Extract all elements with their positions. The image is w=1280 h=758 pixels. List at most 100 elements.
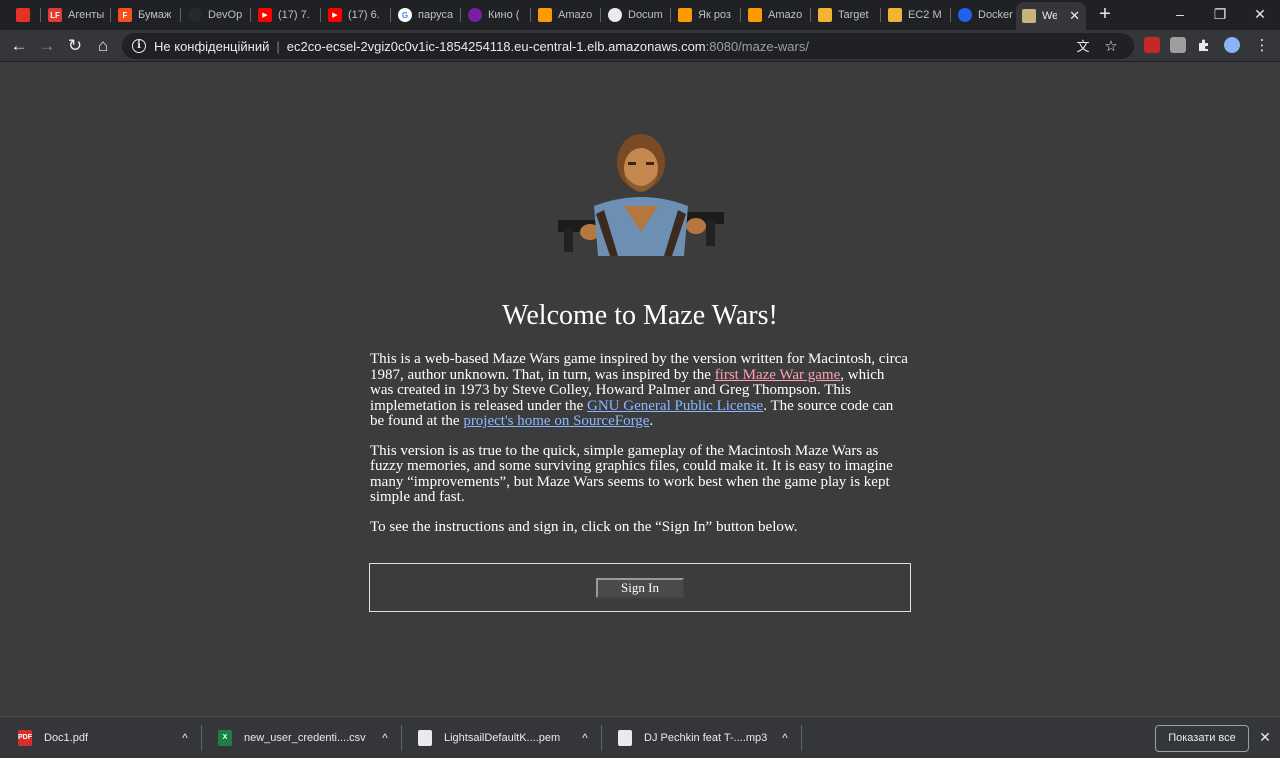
tab-title: Target xyxy=(838,9,869,21)
sourceforge-link[interactable]: project's home on SourceForge xyxy=(463,413,649,429)
new-tab-button[interactable]: + xyxy=(1094,3,1116,25)
info-icon[interactable]: i xyxy=(132,39,146,53)
download-item[interactable]: LightsailDefaultK....pem ^ xyxy=(400,717,600,758)
tab-ec2[interactable]: EC2 M xyxy=(882,4,948,26)
tab-agents[interactable]: LF Агенты xyxy=(42,4,108,26)
tab-google-sails[interactable]: G паруса xyxy=(392,4,458,26)
tab-title: Docker xyxy=(978,9,1013,21)
page-title: Welcome to Maze Wars! xyxy=(502,300,778,331)
tab-close-icon[interactable]: ✕ xyxy=(1069,8,1080,24)
download-name: DJ Pechkin feat T-....mp3 xyxy=(644,732,768,744)
url-host[interactable]: ec2co-ecsel-2vgiz0c0v1ic-1854254118.eu-c… xyxy=(287,39,706,54)
paragraph-text: . xyxy=(649,413,654,429)
aws-icon xyxy=(678,8,692,22)
close-icon[interactable]: ✕ xyxy=(1256,728,1274,746)
close-window-button[interactable]: ✕ xyxy=(1240,0,1280,30)
tab-title: Docum xyxy=(628,9,663,21)
download-item[interactable]: DJ Pechkin feat T-....mp3 ^ xyxy=(600,717,800,758)
tab-title: (17) 7. xyxy=(278,9,310,21)
tab-title: (17) 6. xyxy=(348,9,380,21)
aliexpress-icon xyxy=(16,8,30,22)
chevron-up-icon[interactable]: ^ xyxy=(570,731,600,745)
tab-title: паруса xyxy=(418,9,454,21)
avatar[interactable] xyxy=(1224,37,1240,53)
sign-in-button[interactable]: Sign In xyxy=(596,578,684,598)
extension-icon[interactable] xyxy=(1170,37,1186,53)
docker-icon xyxy=(958,8,972,22)
tab-youtube-7[interactable]: ▶ (17) 7. xyxy=(252,4,318,26)
aws-icon xyxy=(538,8,552,22)
restore-button[interactable]: ❐ xyxy=(1200,0,1240,30)
chevron-up-icon[interactable]: ^ xyxy=(370,731,400,745)
tab-title: DevOp xyxy=(208,9,243,21)
tab-strip: LF Агенты F Бумаж DevOp ▶ (17) 7. ▶ (17)… xyxy=(0,0,1280,30)
pdf-file-icon: PDF xyxy=(18,730,32,746)
tab-amazon-2[interactable]: Amazo xyxy=(742,4,808,26)
browser-toolbar: ← → ↻ ⌂ i Не конфіденційний | ec2co-ecse… xyxy=(0,30,1280,62)
address-bar[interactable]: i Не конфіденційний | ec2co-ecsel-2vgiz0… xyxy=(122,33,1134,59)
download-name: Doc1.pdf xyxy=(44,732,89,744)
gpl-link[interactable]: GNU General Public License xyxy=(587,398,763,414)
tab-kino[interactable]: Кино ( xyxy=(462,4,528,26)
aws-icon xyxy=(748,8,762,22)
translate-icon[interactable]: 文 xyxy=(1074,38,1092,56)
tab-target[interactable]: Target xyxy=(812,4,878,26)
tab-amazon-1[interactable]: Amazo xyxy=(532,4,598,26)
kino-icon xyxy=(468,8,482,22)
reload-button[interactable]: ↻ xyxy=(63,34,87,58)
tab-title: Кино ( xyxy=(488,9,520,21)
youtube-icon: ▶ xyxy=(328,8,342,22)
tab-title: Amazo xyxy=(768,9,803,21)
tab-docker[interactable]: Docker xyxy=(952,4,1016,26)
tab-title: Wel xyxy=(1042,10,1058,22)
tab-title: Як роз xyxy=(698,9,731,21)
signin-panel: Sign In xyxy=(369,563,911,612)
chevron-up-icon[interactable]: ^ xyxy=(770,731,800,745)
forward-button[interactable]: → xyxy=(35,34,59,58)
lf-icon: LF xyxy=(48,8,62,22)
tab-devops[interactable]: DevOp xyxy=(182,4,248,26)
globe-icon xyxy=(608,8,622,22)
file-icon xyxy=(418,730,432,746)
bookmark-star-icon[interactable]: ☆ xyxy=(1102,38,1120,56)
tab-how-to[interactable]: Як роз xyxy=(672,4,738,26)
download-name: LightsailDefaultK....pem xyxy=(444,732,561,744)
tab-paper[interactable]: F Бумаж xyxy=(112,4,178,26)
tab-title: EC2 M xyxy=(908,9,942,21)
tab-docs[interactable]: Docum xyxy=(602,4,668,26)
tab-maze-wars[interactable]: Wel ✕ xyxy=(1016,2,1086,30)
download-name: new_user_credenti....csv xyxy=(244,732,366,744)
security-label[interactable]: Не конфіденційний xyxy=(154,39,269,54)
f-icon: F xyxy=(118,8,132,22)
download-item[interactable]: PDF Doc1.pdf ^ xyxy=(0,717,200,758)
maze-icon xyxy=(1022,9,1036,23)
intro-text: This is a web-based Maze Wars game inspi… xyxy=(370,351,911,549)
youtube-icon: ▶ xyxy=(258,8,272,22)
ublock-icon[interactable] xyxy=(1144,37,1160,53)
puzzle-icon[interactable] xyxy=(1196,37,1212,53)
download-shelf: PDF Doc1.pdf ^ X new_user_credenti....cs… xyxy=(0,716,1280,758)
google-icon: G xyxy=(398,8,412,22)
tab-aliexpress[interactable] xyxy=(10,4,36,26)
first-maze-war-link[interactable]: first Maze War game xyxy=(715,367,841,383)
chevron-up-icon[interactable]: ^ xyxy=(170,731,200,745)
audio-file-icon xyxy=(618,730,632,746)
download-item[interactable]: X new_user_credenti....csv ^ xyxy=(200,717,400,758)
tab-youtube-6[interactable]: ▶ (17) 6. xyxy=(322,4,388,26)
menu-icon[interactable]: ⋮ xyxy=(1250,34,1274,58)
show-all-button[interactable]: Показати все xyxy=(1155,725,1249,752)
minimize-button[interactable]: – xyxy=(1160,0,1200,30)
tab-title: Бумаж xyxy=(138,9,172,21)
gameplay-paragraph: This version is as true to the quick, si… xyxy=(370,442,893,505)
back-button[interactable]: ← xyxy=(7,34,31,58)
tab-title: Amazo xyxy=(558,9,593,21)
home-button[interactable]: ⌂ xyxy=(91,34,115,58)
hero-image xyxy=(558,134,724,256)
tab-title: Агенты xyxy=(68,9,105,21)
instructions-paragraph: To see the instructions and sign in, cli… xyxy=(370,518,798,535)
page-content: Welcome to Maze Wars! This is a web-base… xyxy=(0,62,1280,716)
csv-file-icon: X xyxy=(218,730,232,746)
intro-paragraph: This is a web-based Maze Wars game inspi… xyxy=(370,351,911,430)
url-path[interactable]: :8080/maze-wars/ xyxy=(706,39,809,54)
box-icon xyxy=(888,8,902,22)
